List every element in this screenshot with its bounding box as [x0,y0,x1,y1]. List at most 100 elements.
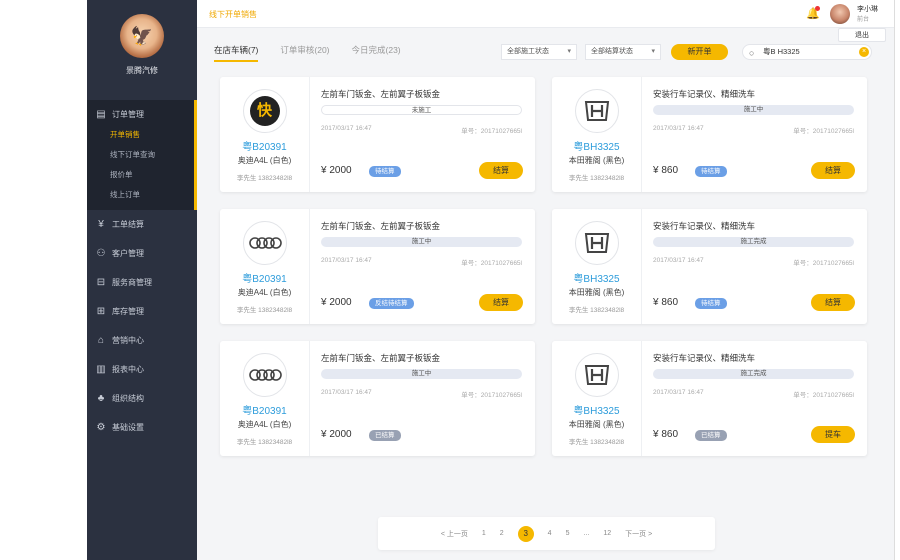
service-title: 左前车门钣金、左前翼子板钣金 [321,353,441,363]
bell-icon[interactable]: 🔔 [806,6,820,20]
org-icon: ♣ [97,393,105,404]
plate-number[interactable]: 粤B20391 [220,138,309,153]
search-icon: ○ [749,48,755,58]
settlement-badge: 已结算 [369,430,401,441]
notification-dot [815,6,820,11]
order-number: 单号：20171027665l [793,128,854,135]
settings-icon: ⚙ [96,422,106,433]
sidebar: 🦅 景腾汽修 ▤ 订单管理 开单销售 线下订单查询 报价单 线上订单 ¥ 工单结算… [87,0,197,560]
sidebar-item-0[interactable]: ¥ 工单结算 [87,210,197,239]
filters: 全部施工状态 ▾ 全部结算状态 ▾ 新开单 ○ 粤B H3325 × [501,44,872,60]
sidebar-item-label: 营销中心 [112,336,144,345]
tab-in-store[interactable]: 在店车辆(7) [214,44,259,62]
car-brand-logo [242,353,287,397]
plate-number[interactable]: 粤BH3325 [552,138,641,153]
sidebar-item-label: 客户管理 [112,249,144,258]
order-price: ¥ 860 [653,165,679,176]
pagination: < 上一页 1 2 3 4 5... 12 下一页 > [378,517,715,550]
order-number: 单号：20171027665l [793,260,854,267]
submenu-item-sales[interactable]: 开单销售 [87,124,194,144]
submenu-item-online-orders[interactable]: 线上订单 [87,184,194,204]
sidebar-item-label: 工单结算 [112,220,144,229]
card-action-button[interactable]: 结算 [479,294,523,311]
service-title: 左前车门钣金、左前翼子板钣金 [321,89,441,99]
settlement-badge: 待结算 [695,166,727,177]
order-card[interactable]: 粤BH3325 本田雅阁 (黑色) 李先生 13823482l8 安装行车记录仪、精细… [552,77,867,192]
owner-contact: 李先生 13823482l8 [236,307,293,314]
settlement-status-select[interactable]: 全部结算状态 ▾ [585,44,661,60]
order-card[interactable]: 粤BH3325 本田雅阁 (黑色) 李先生 13823482l8 安装行车记录仪、精细… [552,341,867,456]
order-date: 2017/03/17 16:47 [321,257,372,264]
page-number[interactable]: 3 [517,525,534,542]
order-date: 2017/03/17 16:47 [653,257,704,264]
order-number: 单号：20171027665l [461,260,522,267]
card-action-button[interactable]: 提车 [811,426,855,443]
order-card[interactable]: 粤B20391 奥迪A4L (白色) 李先生 13823482l8 左前车门钣金、左前… [220,209,535,324]
car-model: 奥迪A4L (白色) [237,156,292,165]
sidebar-item-2[interactable]: ⊟ 服务商管理 [87,268,197,297]
clear-icon[interactable]: × [859,47,869,57]
next-page-link[interactable]: 下一页 > [625,529,652,539]
user-name: 李小琳 [857,6,878,13]
order-price: ¥ 2000 [321,297,352,308]
card-action-button[interactable]: 结算 [479,162,523,179]
order-date: 2017/03/17 16:47 [653,125,704,132]
breadcrumb[interactable]: 线下开单销售 [209,9,257,20]
sidebar-item-6[interactable]: ♣ 组织结构 [87,384,197,413]
plate-number[interactable]: 粤BH3325 [552,270,641,285]
plate-number[interactable]: 粤B20391 [220,402,309,417]
plate-number[interactable]: 粤BH3325 [552,402,641,417]
tabs: 在店车辆(7) 订单审核(20) 今日完成(23) [214,44,401,62]
menu-label: 订单管理 [112,109,144,119]
sidebar-item-4[interactable]: ⌂ 营销中心 [87,326,197,355]
sidebar-item-1[interactable]: ⚇ 客户管理 [87,239,197,268]
logout-button[interactable]: 退出 [838,28,886,42]
sidebar-item-7[interactable]: ⚙ 基础设置 [87,413,197,442]
sidebar-items: ¥ 工单结算 ⚇ 客户管理 ⊟ 服务商管理 ⊞ 库存管理 ⌂ 营销中心 ▥ 报表中心 ♣ 组织结构 ⚙ 基础设… [87,210,197,442]
menu-section-orders: ▤ 订单管理 开单销售 线下订单查询 报价单 线上订单 [87,100,197,210]
order-icon: ▤ [96,108,106,120]
order-card[interactable]: 粤B20391 奥迪A4L (白色) 李先生 13823482l8 左前车门钣金、左前… [220,341,535,456]
gift-icon: ⌂ [97,335,105,346]
prev-page-link[interactable]: < 上一页 [441,529,468,539]
tab-order-review[interactable]: 订单审核(20) [280,44,329,62]
sidebar-item-3[interactable]: ⊞ 库存管理 [87,297,197,326]
new-order-button[interactable]: 新开单 [671,44,728,60]
menu-item-orders[interactable]: ▤ 订单管理 [87,104,194,124]
card-action-button[interactable]: 结算 [811,162,855,179]
plate-number[interactable]: 粤B20391 [220,270,309,285]
car-model: 奥迪A4L (白色) [237,420,292,429]
page-number[interactable]: 1 [482,530,486,537]
search-input[interactable]: ○ 粤B H3325 × [742,44,872,60]
construction-status-bar: 施工完成 [653,237,854,247]
order-card[interactable]: 粤BH3325 本田雅阁 (黑色) 李先生 13823482l8 安装行车记录仪、精细… [552,209,867,324]
page-number[interactable]: 2 [500,530,504,537]
car-brand-logo [574,89,619,133]
avatar[interactable] [830,4,850,24]
sidebar-item-label: 组织结构 [112,394,144,403]
car-brand-logo [574,353,619,397]
caret-down-icon: ▾ [567,48,571,55]
sidebar-item-label: 服务商管理 [112,278,152,287]
car-brand-logo [574,221,619,265]
page-number[interactable]: 4 [548,530,552,537]
order-card[interactable]: 快粤B20391 奥迪A4L (白色) 李先生 13823482l8 左前车门钣金、左… [220,77,535,192]
brand: 🦅 景腾汽修 [87,0,197,100]
construction-status-select[interactable]: 全部施工状态 ▾ [501,44,577,60]
page-number[interactable]: 5 [566,530,570,537]
owner-contact: 李先生 13823482l8 [236,439,293,446]
car-brand-logo [242,221,287,265]
tab-completed-today[interactable]: 今日完成(23) [352,44,401,62]
sidebar-item-5[interactable]: ▥ 报表中心 [87,355,197,384]
submenu-item-quote[interactable]: 报价单 [87,164,194,184]
top-bar: 线下开单销售 🔔 李小琳 前台 [197,0,894,28]
main-area: 线下开单销售 🔔 李小琳 前台 退出 在店车辆(7) 订单审核(20) 今日完成… [197,0,894,560]
settlement-badge: 已结算 [695,430,727,441]
service-title: 左前车门钣金、左前翼子板钣金 [321,221,441,231]
card-action-button[interactable]: 结算 [811,294,855,311]
submenu-item-offline-query[interactable]: 线下订单查询 [87,144,194,164]
user-role: 前台 [856,17,869,23]
page-number[interactable]: 12 [603,530,611,537]
order-number: 单号：20171027665l [793,392,854,399]
app-frame: 🦅 景腾汽修 ▤ 订单管理 开单销售 线下订单查询 报价单 线上订单 ¥ 工单结算… [87,0,895,560]
